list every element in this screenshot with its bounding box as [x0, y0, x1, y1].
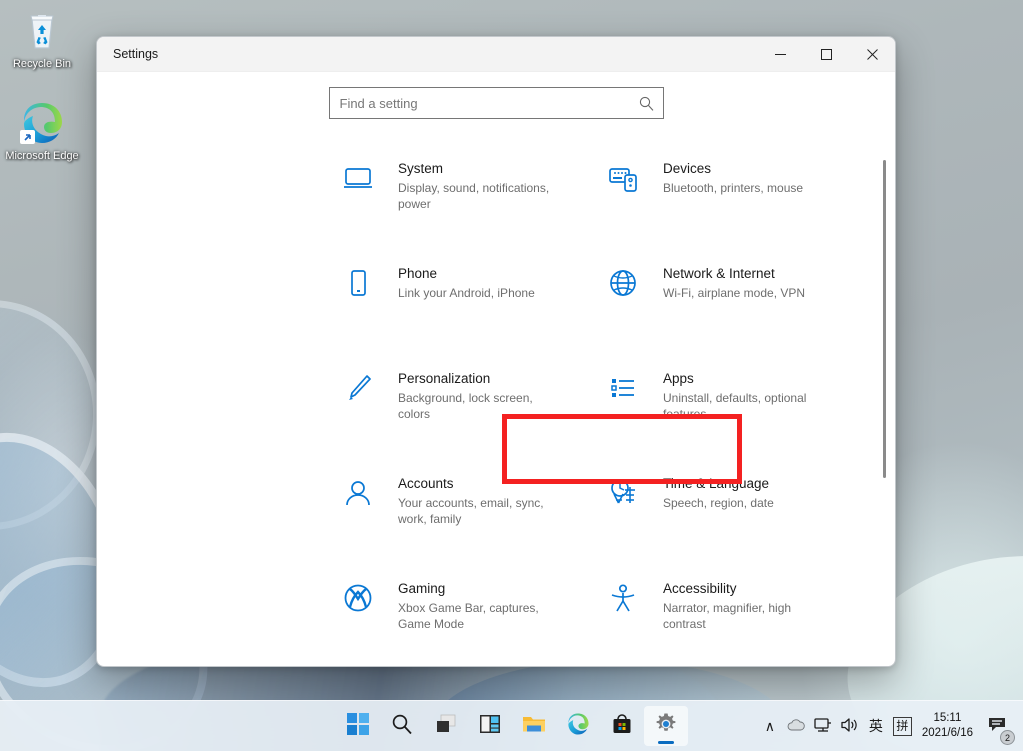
search-row	[97, 72, 895, 134]
tile-title: Accessibility	[663, 580, 828, 597]
settings-tile-gaming[interactable]: Gaming Xbox Game Bar, captures, Game Mod…	[342, 574, 607, 667]
widgets-button[interactable]	[468, 706, 512, 746]
taskbar-buttons	[336, 706, 688, 746]
settings-button[interactable]	[644, 706, 688, 746]
clock-language-icon	[607, 475, 649, 509]
search-button[interactable]	[380, 706, 424, 746]
settings-tile-system[interactable]: System Display, sound, notifications, po…	[342, 154, 607, 259]
tile-subtitle: Your accounts, email, sync, work, family	[398, 495, 563, 527]
search-icon	[391, 713, 413, 740]
network-icon	[814, 717, 832, 736]
tile-subtitle: Link your Android, iPhone	[398, 285, 535, 301]
settings-grid: System Display, sound, notifications, po…	[342, 154, 895, 667]
task-view-icon	[435, 713, 457, 740]
chevron-up-icon: ∧	[765, 718, 775, 735]
tile-title: Phone	[398, 265, 535, 282]
tile-title: Network & Internet	[663, 265, 805, 282]
desktop-icon-microsoft-edge[interactable]: Microsoft Edge	[2, 98, 82, 163]
monitor-icon	[342, 160, 384, 194]
tile-title: Devices	[663, 160, 803, 177]
close-button[interactable]	[849, 37, 895, 72]
ime-icon: 英	[869, 716, 883, 736]
settings-tile-time-language[interactable]: Time & Language Speech, region, date	[607, 469, 872, 574]
start-button[interactable]	[336, 706, 380, 746]
edge-icon	[566, 712, 590, 741]
paintbrush-icon	[342, 370, 384, 404]
taskbar-clock[interactable]: 15:11 2021/6/16	[916, 711, 983, 741]
tile-title: Gaming	[398, 580, 563, 597]
desktop-icon-recycle-bin[interactable]: Recycle Bin	[2, 6, 82, 71]
volume-button[interactable]	[836, 706, 863, 746]
settings-tile-accessibility[interactable]: Accessibility Narrator, magnifier, high …	[607, 574, 872, 667]
desktop[interactable]: Recycle Bin	[0, 0, 1023, 751]
search-box[interactable]	[329, 87, 664, 119]
settings-window[interactable]: Settings	[96, 36, 896, 667]
person-icon	[342, 475, 384, 509]
phone-icon	[342, 265, 384, 299]
task-view-button[interactable]	[424, 706, 468, 746]
window-controls	[757, 37, 895, 72]
settings-tile-personalization[interactable]: Personalization Background, lock screen,…	[342, 364, 607, 469]
accessibility-icon	[607, 580, 649, 614]
search-input[interactable]	[330, 88, 663, 118]
tile-title: Time & Language	[663, 475, 774, 492]
settings-tile-apps[interactable]: Apps Uninstall, defaults, optional featu…	[607, 364, 872, 469]
show-hidden-icons-button[interactable]: ∧	[757, 706, 783, 746]
scrollbar-thumb[interactable]	[883, 160, 886, 478]
widgets-icon	[479, 713, 501, 740]
edge-icon	[2, 98, 82, 148]
tile-subtitle: Display, sound, notifications, power	[398, 180, 563, 212]
system-tray: ∧	[757, 701, 1019, 751]
microsoft-edge-button[interactable]	[556, 706, 600, 746]
taskbar[interactable]: ∧	[0, 700, 1023, 751]
notification-badge: 2	[1000, 730, 1015, 745]
xbox-icon	[342, 580, 384, 614]
globe-icon	[607, 265, 649, 299]
notifications-button[interactable]: 2	[983, 706, 1019, 746]
tile-title: Apps	[663, 370, 828, 387]
settings-content[interactable]: System Display, sound, notifications, po…	[97, 134, 895, 667]
onedrive-button[interactable]	[783, 706, 810, 746]
devices-icon	[607, 160, 649, 194]
window-title: Settings	[113, 47, 158, 61]
store-bag-icon	[611, 713, 633, 740]
ime-language-button[interactable]: 英	[863, 706, 889, 746]
search-icon[interactable]	[639, 96, 654, 116]
network-button[interactable]	[810, 706, 836, 746]
settings-tile-devices[interactable]: Devices Bluetooth, printers, mouse	[607, 154, 872, 259]
minimize-button[interactable]	[757, 37, 803, 72]
tile-title: Accounts	[398, 475, 563, 492]
tile-subtitle: Background, lock screen, colors	[398, 390, 563, 422]
folder-icon	[522, 713, 546, 740]
settings-tile-accounts[interactable]: Accounts Your accounts, email, sync, wor…	[342, 469, 607, 574]
desktop-icon-label: Microsoft Edge	[5, 150, 78, 162]
windows-logo-icon	[347, 713, 369, 740]
window-titlebar[interactable]: Settings	[97, 37, 895, 72]
tile-subtitle: Narrator, magnifier, high contrast	[663, 600, 828, 632]
content-scrollbar[interactable]	[878, 134, 890, 667]
tile-subtitle: Wi-Fi, airplane mode, VPN	[663, 285, 805, 301]
tile-subtitle: Speech, region, date	[663, 495, 774, 511]
cloud-icon	[787, 717, 806, 735]
speaker-icon	[840, 717, 859, 736]
apps-list-icon	[607, 370, 649, 404]
tile-subtitle: Uninstall, defaults, optional features	[663, 390, 828, 422]
clock-date: 2021/6/16	[922, 726, 973, 741]
pinyin-icon: 拼	[893, 717, 912, 736]
tile-title: System	[398, 160, 563, 177]
tile-subtitle: Xbox Game Bar, captures, Game Mode	[398, 600, 563, 632]
gear-icon	[654, 712, 678, 741]
desktop-icon-label: Recycle Bin	[13, 58, 71, 70]
file-explorer-button[interactable]	[512, 706, 556, 746]
tile-title: Personalization	[398, 370, 563, 387]
microsoft-store-button[interactable]	[600, 706, 644, 746]
settings-tile-network-internet[interactable]: Network & Internet Wi-Fi, airplane mode,…	[607, 259, 872, 364]
settings-tile-phone[interactable]: Phone Link your Android, iPhone	[342, 259, 607, 364]
recycle-bin-icon	[2, 6, 82, 56]
ime-mode-button[interactable]: 拼	[889, 706, 916, 746]
tile-subtitle: Bluetooth, printers, mouse	[663, 180, 803, 196]
wallpaper-petal	[0, 291, 110, 539]
clock-time: 15:11	[922, 711, 973, 726]
maximize-button[interactable]	[803, 37, 849, 72]
